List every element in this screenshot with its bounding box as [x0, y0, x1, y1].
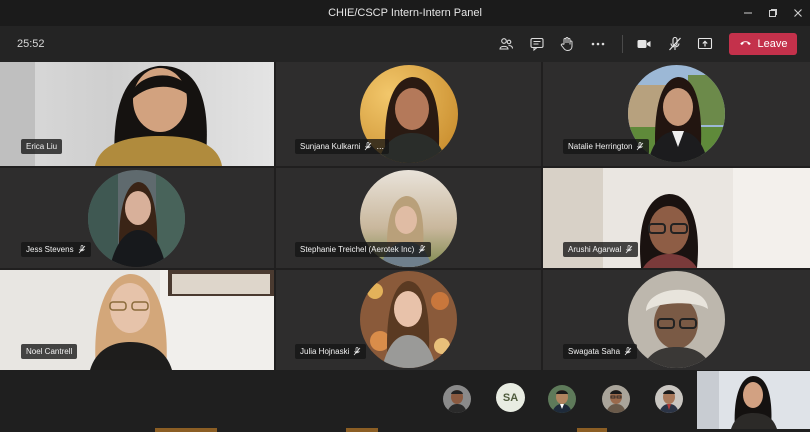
mic-off-icon[interactable]: [663, 32, 687, 56]
leave-button[interactable]: Leave: [729, 33, 797, 55]
mic-off-icon: [418, 245, 426, 254]
participant-name: Erica Liu: [26, 142, 58, 151]
participant-avatar[interactable]: [602, 385, 630, 413]
mic-off-icon: [626, 245, 633, 254]
chat-icon[interactable]: [525, 32, 549, 56]
minimize-icon[interactable]: [735, 0, 761, 26]
participant-name: Natalie Herrington: [568, 142, 633, 151]
participant-name: Stephanie Treichel (Aerotek Inc): [300, 245, 415, 254]
camera-icon[interactable]: [632, 32, 656, 56]
participant-name-label: Natalie Herrington: [563, 139, 650, 154]
video-tile[interactable]: Natalie Herrington: [543, 62, 810, 166]
participant-name: Sunjana Kulkarni: [300, 142, 361, 151]
participant-name: Noel Cantrell: [26, 347, 73, 356]
video-tile[interactable]: Erica Liu: [0, 62, 274, 166]
initials-avatar[interactable]: SA: [496, 383, 525, 412]
video-tile[interactable]: Arushi Agarwal: [543, 168, 810, 268]
video-tile[interactable]: Stephanie Treichel (Aerotek Inc): [276, 168, 541, 268]
participant-avatar: [88, 170, 185, 267]
mic-off-icon: [354, 347, 361, 356]
window-title: CHIE/CSCP Intern-Intern Panel: [328, 7, 482, 19]
participant-name-label: Arushi Agarwal: [563, 242, 639, 257]
mic-off-icon: [637, 142, 644, 151]
meeting-timer: 25:52: [17, 38, 45, 50]
teams-meeting-window: CHIE/CSCP Intern-Intern Panel 25:52 Leav…: [0, 0, 810, 432]
participant-name-label: Sunjana Kulkarni ...: [295, 139, 389, 154]
mic-off-icon: [78, 245, 85, 254]
window-edge-accent: [346, 428, 378, 432]
video-tile[interactable]: Jess Stevens: [0, 168, 274, 268]
window-edge-accent: [577, 428, 607, 432]
participant-name: Arushi Agarwal: [568, 245, 622, 254]
mic-off-icon: [365, 142, 372, 151]
participant-name-label: Julia Hojnaski: [295, 344, 367, 359]
share-screen-icon[interactable]: [693, 32, 717, 56]
participant-name-label: Jess Stevens: [21, 242, 91, 257]
participant-avatar[interactable]: [655, 385, 683, 413]
toolbar-divider: [622, 35, 623, 53]
participant-avatar[interactable]: [548, 385, 576, 413]
phone-hangup-icon: [739, 36, 752, 52]
participant-name-label: Stephanie Treichel (Aerotek Inc): [295, 242, 432, 257]
mic-off-icon: [624, 347, 632, 356]
title-bar: CHIE/CSCP Intern-Intern Panel: [0, 0, 810, 26]
maximize-icon[interactable]: [760, 0, 786, 26]
video-tile[interactable]: Julia Hojnaski: [276, 270, 541, 370]
more-options-icon[interactable]: ...: [376, 139, 384, 154]
participant-name-label: Erica Liu: [21, 139, 63, 154]
window-edge-accent: [155, 428, 217, 432]
participant-name-label: Swagata Saha: [563, 344, 638, 359]
raise-hand-icon[interactable]: [555, 32, 579, 56]
participants-icon[interactable]: [494, 32, 518, 56]
participant-name: Swagata Saha: [568, 347, 621, 356]
video-tile[interactable]: Swagata Saha: [543, 270, 810, 370]
participant-avatar: [360, 271, 457, 368]
leave-label: Leave: [757, 38, 788, 50]
meeting-toolbar: 25:52 Leave: [0, 26, 810, 62]
more-options-icon[interactable]: [586, 32, 610, 56]
overflow-participants-strip: SA: [0, 370, 810, 432]
close-icon[interactable]: [785, 0, 810, 26]
video-grid: Erica Liu Sunjana Kulkarni ... Natalie H…: [0, 62, 810, 370]
video-tile[interactable]: Sunjana Kulkarni ...: [276, 62, 541, 166]
participant-name-label: Noel Cantrell: [21, 344, 78, 359]
self-view-video[interactable]: [697, 371, 810, 429]
participant-name: Julia Hojnaski: [300, 347, 350, 356]
video-tile[interactable]: Noel Cantrell: [0, 270, 274, 370]
participant-name: Jess Stevens: [26, 245, 74, 254]
participant-avatar[interactable]: [443, 385, 471, 413]
participant-avatar: [628, 271, 725, 368]
